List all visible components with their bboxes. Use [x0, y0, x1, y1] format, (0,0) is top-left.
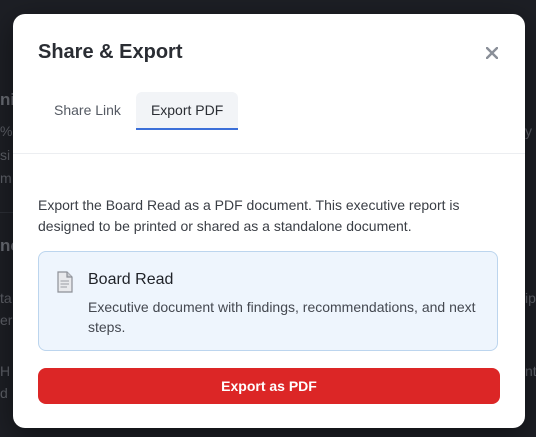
background-text: si: [0, 147, 11, 163]
background-text: er: [0, 312, 13, 328]
export-description: Export the Board Read as a PDF document.…: [38, 197, 460, 234]
background-text: d: [0, 385, 8, 401]
background-text: m: [0, 170, 12, 186]
background-text: nt/: [525, 363, 536, 379]
option-description: Executive document with findings, recomm…: [88, 299, 476, 335]
option-title: Board Read: [88, 271, 174, 288]
background-text: ta: [0, 290, 12, 306]
document-icon: [57, 271, 73, 293]
tab-export-pdf[interactable]: Export PDF: [135, 92, 239, 130]
dialog-title: Share & Export: [38, 41, 183, 63]
tabs-divider: [13, 153, 525, 154]
background-text: ip: [525, 290, 536, 306]
background-text: H: [0, 363, 11, 379]
close-icon: [486, 47, 498, 59]
background-text: %: [0, 123, 13, 139]
dialog-tabs: Share Link Export PDF: [39, 92, 239, 130]
share-export-dialog: Share & Export Share Link Export PDF Exp…: [13, 14, 525, 428]
export-pdf-button[interactable]: Export as PDF: [38, 368, 500, 404]
tab-share-link[interactable]: Share Link: [39, 92, 136, 128]
background-divider: [0, 212, 13, 213]
board-read-option[interactable]: Board Read Executive document with findi…: [38, 251, 498, 351]
background-text: y i: [525, 123, 536, 139]
close-button[interactable]: [483, 44, 501, 62]
